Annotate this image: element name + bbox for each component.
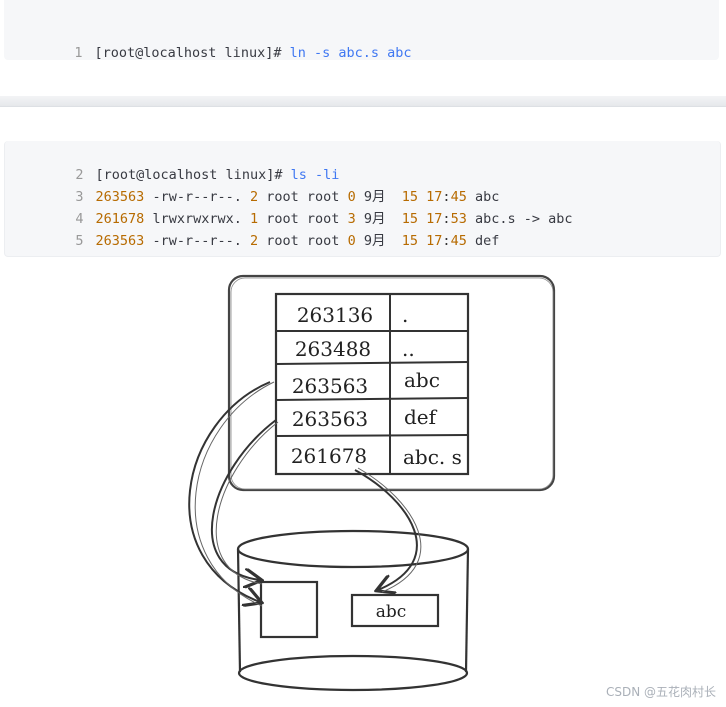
line-number: 5 [75, 233, 84, 249]
entry-name: def [404, 405, 438, 429]
minute: 45 [450, 233, 467, 249]
month: 9月 [363, 233, 386, 249]
ls-output-row: 3 263563 -rw-r--r--. 2 root root 0 9月 15 … [5, 164, 499, 205]
shell-command: ln -s abc.s abc [289, 45, 412, 61]
entry-inode: 263563 [292, 407, 368, 431]
disk-top [236, 529, 470, 569]
owner-group: root root [266, 233, 340, 249]
entry-inode: 263136 [297, 303, 373, 327]
day: 15 [401, 233, 419, 249]
link-count: 2 [249, 233, 259, 249]
ls-output-row: 4 261678 lrwxrwxrwx. 1 root root 3 9月 15 … [5, 186, 572, 227]
disk-bottom [237, 654, 469, 692]
shell-prompt: [root@localhost linux]# [94, 45, 282, 61]
permissions: -rw-r--r--. [152, 233, 242, 249]
directory-block [227, 274, 556, 492]
inode-link-diagram: 263136 . 263488 .. 263563 abc 263563 def… [188, 274, 556, 692]
row-divider [275, 397, 469, 401]
line-number: 1 [74, 45, 83, 61]
code-line-2: 2 [root@localhost linux]# ls -li [5, 142, 339, 183]
code-block-2: 2 [root@localhost linux]# ls -li 3 263563 … [4, 141, 721, 257]
code-line-1: 1 [root@localhost linux]# ln -s abc.s abc [4, 20, 411, 61]
hour: 17 [426, 233, 443, 249]
inode-block [259, 580, 319, 639]
row-divider [275, 434, 469, 437]
entry-inode: 263488 [295, 337, 371, 361]
entry-inode: 261678 [291, 444, 367, 468]
data-block-label: abc [376, 602, 407, 622]
watermark: CSDN @五花肉村长 [605, 685, 716, 699]
entry-name: abc [404, 368, 440, 392]
entry-inode: 263563 [292, 374, 368, 398]
entry-name: abc. s [403, 445, 462, 469]
file-size: 0 [347, 233, 356, 249]
inode-value: 263563 [95, 233, 145, 249]
code-block-1: 1 [root@localhost linux]# ln -s abc.s abc [4, 0, 719, 61]
ls-output-row: 5 263563 -rw-r--r--. 2 root root 0 9月 15 … [5, 208, 499, 249]
entry-name: .. [402, 337, 415, 361]
row-divider [275, 361, 469, 365]
section-divider [0, 96, 726, 107]
entry-name: . [402, 303, 408, 327]
file-name: def [474, 233, 500, 249]
